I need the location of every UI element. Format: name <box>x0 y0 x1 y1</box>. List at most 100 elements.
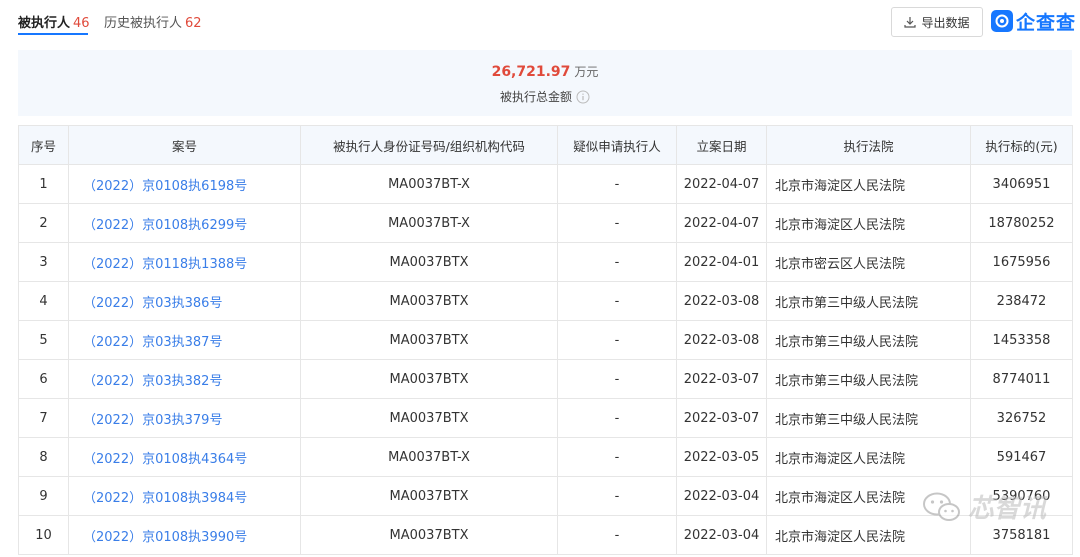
cell-case-link[interactable]: （2022）京03执379号 <box>68 398 301 438</box>
watermark: 芯智讯 <box>922 488 1046 525</box>
cell-date: 2022-03-08 <box>676 320 767 360</box>
cell-court: 北京市第三中级人民法院 <box>766 320 971 360</box>
cell-code: MA0037BT-X <box>300 164 558 204</box>
col-header-no: 序号 <box>18 125 69 165</box>
cell-applicant: - <box>557 242 677 282</box>
cell-case-link[interactable]: （2022）京03执386号 <box>68 281 301 321</box>
cell-code: MA0037BTX <box>300 281 558 321</box>
export-button[interactable]: 导出数据 <box>891 7 983 37</box>
cell-court: 北京市第三中级人民法院 <box>766 398 971 438</box>
cell-no: 5 <box>18 320 69 360</box>
download-icon <box>904 17 917 28</box>
cell-date: 2022-03-04 <box>676 515 767 555</box>
cell-no: 10 <box>18 515 69 555</box>
cell-applicant: - <box>557 203 677 243</box>
cell-amount: 8774011 <box>970 359 1073 399</box>
cell-case-link[interactable]: （2022）京0118执1388号 <box>68 242 301 282</box>
logo-text: 企查查 <box>1016 11 1077 34</box>
col-header-applicant: 疑似申请执行人 <box>557 125 677 165</box>
cell-case-link[interactable]: （2022）京0108执4364号 <box>68 437 301 477</box>
col-header-code: 被执行人身份证号码/组织机构代码 <box>300 125 558 165</box>
table-row: 8 （2022）京0108执4364号 MA0037BT-X -2022-03-05 北… <box>18 437 1073 477</box>
total-amount-value: 26,721.97 <box>491 64 571 80</box>
cell-no: 9 <box>18 476 69 516</box>
table-row: 5 （2022）京03执387号 MA0037BTX -2022-03-08 北京市第三… <box>18 320 1073 360</box>
cell-date: 2022-03-08 <box>676 281 767 321</box>
cell-amount: 238472 <box>970 281 1073 321</box>
watermark-text: 芯智讯 <box>968 494 1047 524</box>
cell-date: 2022-03-07 <box>676 398 767 438</box>
cell-amount: 18780252 <box>970 203 1073 243</box>
table-row: 2 （2022）京0108执6299号 MA0037BT-X -2022-04-07 北… <box>18 203 1073 243</box>
table-row: 1 （2022）京0108执6198号 MA0037BT-X -2022-04-07 北… <box>18 164 1073 204</box>
cell-court: 北京市第三中级人民法院 <box>766 359 971 399</box>
cell-no: 4 <box>18 281 69 321</box>
cell-date: 2022-04-07 <box>676 203 767 243</box>
cell-date: 2022-04-01 <box>676 242 767 282</box>
cell-amount: 3406951 <box>970 164 1073 204</box>
top-bar: 被执行人 46 历史被执行人 62 导出数据 企查查 <box>0 0 1080 40</box>
cell-code: MA0037BTX <box>300 320 558 360</box>
cell-case-link[interactable]: （2022）京0108执3984号 <box>68 476 301 516</box>
cell-no: 2 <box>18 203 69 243</box>
info-icon[interactable] <box>576 90 590 104</box>
cell-case-link[interactable]: （2022）京0108执6299号 <box>68 203 301 243</box>
cell-court: 北京市第三中级人民法院 <box>766 281 971 321</box>
cell-amount: 326752 <box>970 398 1073 438</box>
tab-executed-person[interactable]: 被执行人 46 <box>18 12 90 31</box>
cell-amount: 1675956 <box>970 242 1073 282</box>
total-amount-unit: 万元 <box>574 65 599 79</box>
cell-code: MA0037BTX <box>300 398 558 438</box>
cell-applicant: - <box>557 398 677 438</box>
summary-panel: 26,721.97 万元 被执行总金额 <box>18 50 1072 116</box>
cell-code: MA0037BTX <box>300 476 558 516</box>
cell-case-link[interactable]: （2022）京0108执3990号 <box>68 515 301 555</box>
cell-code: MA0037BTX <box>300 359 558 399</box>
cell-court: 北京市海淀区人民法院 <box>766 437 971 477</box>
export-label: 导出数据 <box>921 15 970 30</box>
logo: 企查查 <box>991 8 1076 34</box>
col-header-court: 执行法院 <box>766 125 971 165</box>
table-row: 6 （2022）京03执382号 MA0037BTX -2022-03-07 北京市第三… <box>18 359 1073 399</box>
tab-label: 历史被执行人 <box>104 16 183 31</box>
total-amount-label: 被执行总金额 <box>499 90 572 104</box>
table-row: 9 （2022）京0108执3984号 MA0037BTX -2022-03-04 北京… <box>18 476 1073 516</box>
cell-applicant: - <box>557 476 677 516</box>
cell-date: 2022-03-05 <box>676 437 767 477</box>
table-header-row: 序号 案号 被执行人身份证号码/组织机构代码 疑似申请执行人 立案日期 执行法院… <box>18 125 1073 165</box>
tab-label: 被执行人 <box>18 16 71 31</box>
cell-applicant: - <box>557 281 677 321</box>
tab-count: 62 <box>185 16 202 31</box>
col-header-case: 案号 <box>68 125 301 165</box>
cell-no: 6 <box>18 359 69 399</box>
cell-no: 8 <box>18 437 69 477</box>
table-row: 10 （2022）京0108执3990号 MA0037BTX -2022-03-04 北… <box>18 515 1073 555</box>
cell-no: 7 <box>18 398 69 438</box>
wechat-icon <box>923 492 960 521</box>
cell-court: 北京市海淀区人民法院 <box>766 203 971 243</box>
cell-applicant: - <box>557 164 677 204</box>
cell-code: MA0037BT-X <box>300 437 558 477</box>
cell-date: 2022-03-07 <box>676 359 767 399</box>
cell-applicant: - <box>557 320 677 360</box>
cell-case-link[interactable]: （2022）京0108执6198号 <box>68 164 301 204</box>
cell-no: 3 <box>18 242 69 282</box>
total-amount: 26,721.97 万元 <box>18 61 1072 80</box>
cell-applicant: - <box>557 359 677 399</box>
cell-no: 1 <box>18 164 69 204</box>
cell-applicant: - <box>557 515 677 555</box>
total-amount-label-row: 被执行总金额 <box>18 88 1072 105</box>
cell-case-link[interactable]: （2022）京03执382号 <box>68 359 301 399</box>
cell-code: MA0037BTX <box>300 515 558 555</box>
logo-icon <box>991 10 1013 32</box>
tab-count: 46 <box>73 16 90 31</box>
cell-amount: 1453358 <box>970 320 1073 360</box>
active-tab-indicator <box>18 33 88 35</box>
cell-case-link[interactable]: （2022）京03执387号 <box>68 320 301 360</box>
executed-person-table: 序号 案号 被执行人身份证号码/组织机构代码 疑似申请执行人 立案日期 执行法院… <box>18 125 1073 555</box>
cell-court: 北京市海淀区人民法院 <box>766 164 971 204</box>
table-row: 7 （2022）京03执379号 MA0037BTX -2022-03-07 北京市第三… <box>18 398 1073 438</box>
cell-date: 2022-03-04 <box>676 476 767 516</box>
table-row: 3 （2022）京0118执1388号 MA0037BTX -2022-04-01 北京… <box>18 242 1073 282</box>
tab-history-executed-person[interactable]: 历史被执行人 62 <box>104 12 202 31</box>
